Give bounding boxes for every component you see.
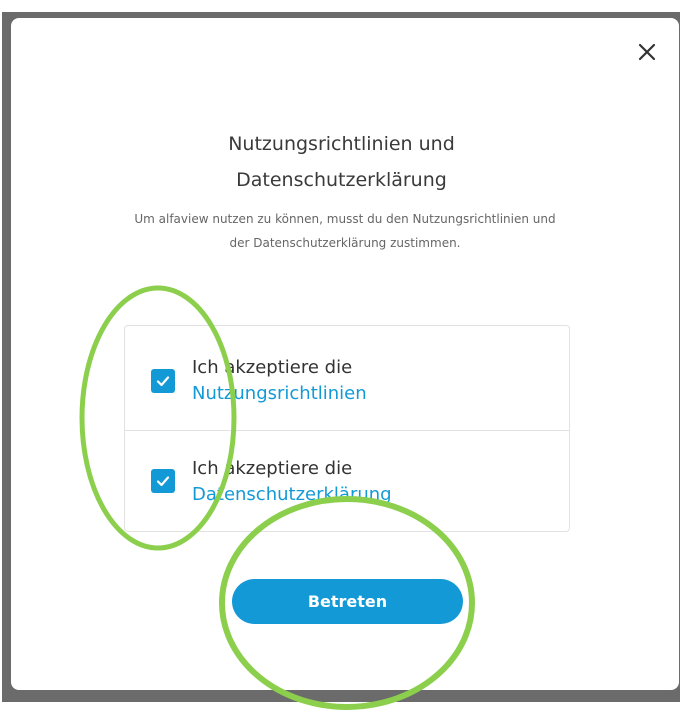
dialog-description: Um alfaview nutzen zu können, musst du d… [134,212,556,250]
submit-button[interactable]: Betreten [232,579,463,624]
privacy-link[interactable]: Datenschutzerklärung [192,482,392,508]
checkmark-icon [156,376,170,387]
consent-prefix: Ich akzeptiere die [192,458,353,479]
terms-link[interactable]: Nutzungsrichtlinien [192,381,367,407]
consent-row-terms: Ich akzeptiere die Nutzungsrichtlinien [125,326,569,431]
privacy-checkbox[interactable] [151,469,175,493]
dialog-title-line2: Datenschutzerklärung [236,169,447,191]
terms-checkbox[interactable] [151,369,175,393]
close-icon [638,43,656,61]
close-button[interactable] [633,38,661,66]
consent-list: Ich akzeptiere die Nutzungsrichtlinien I… [124,325,570,532]
consent-text-privacy: Ich akzeptiere die Datenschutzerklärung [192,456,392,508]
consent-row-privacy: Ich akzeptiere die Datenschutzerklärung [125,430,569,531]
consent-text-terms: Ich akzeptiere die Nutzungsrichtlinien [192,355,367,407]
consent-prefix: Ich akzeptiere die [192,357,353,378]
dialog-title: Nutzungsrichtlinien und [228,133,455,155]
checkmark-icon [156,476,170,487]
